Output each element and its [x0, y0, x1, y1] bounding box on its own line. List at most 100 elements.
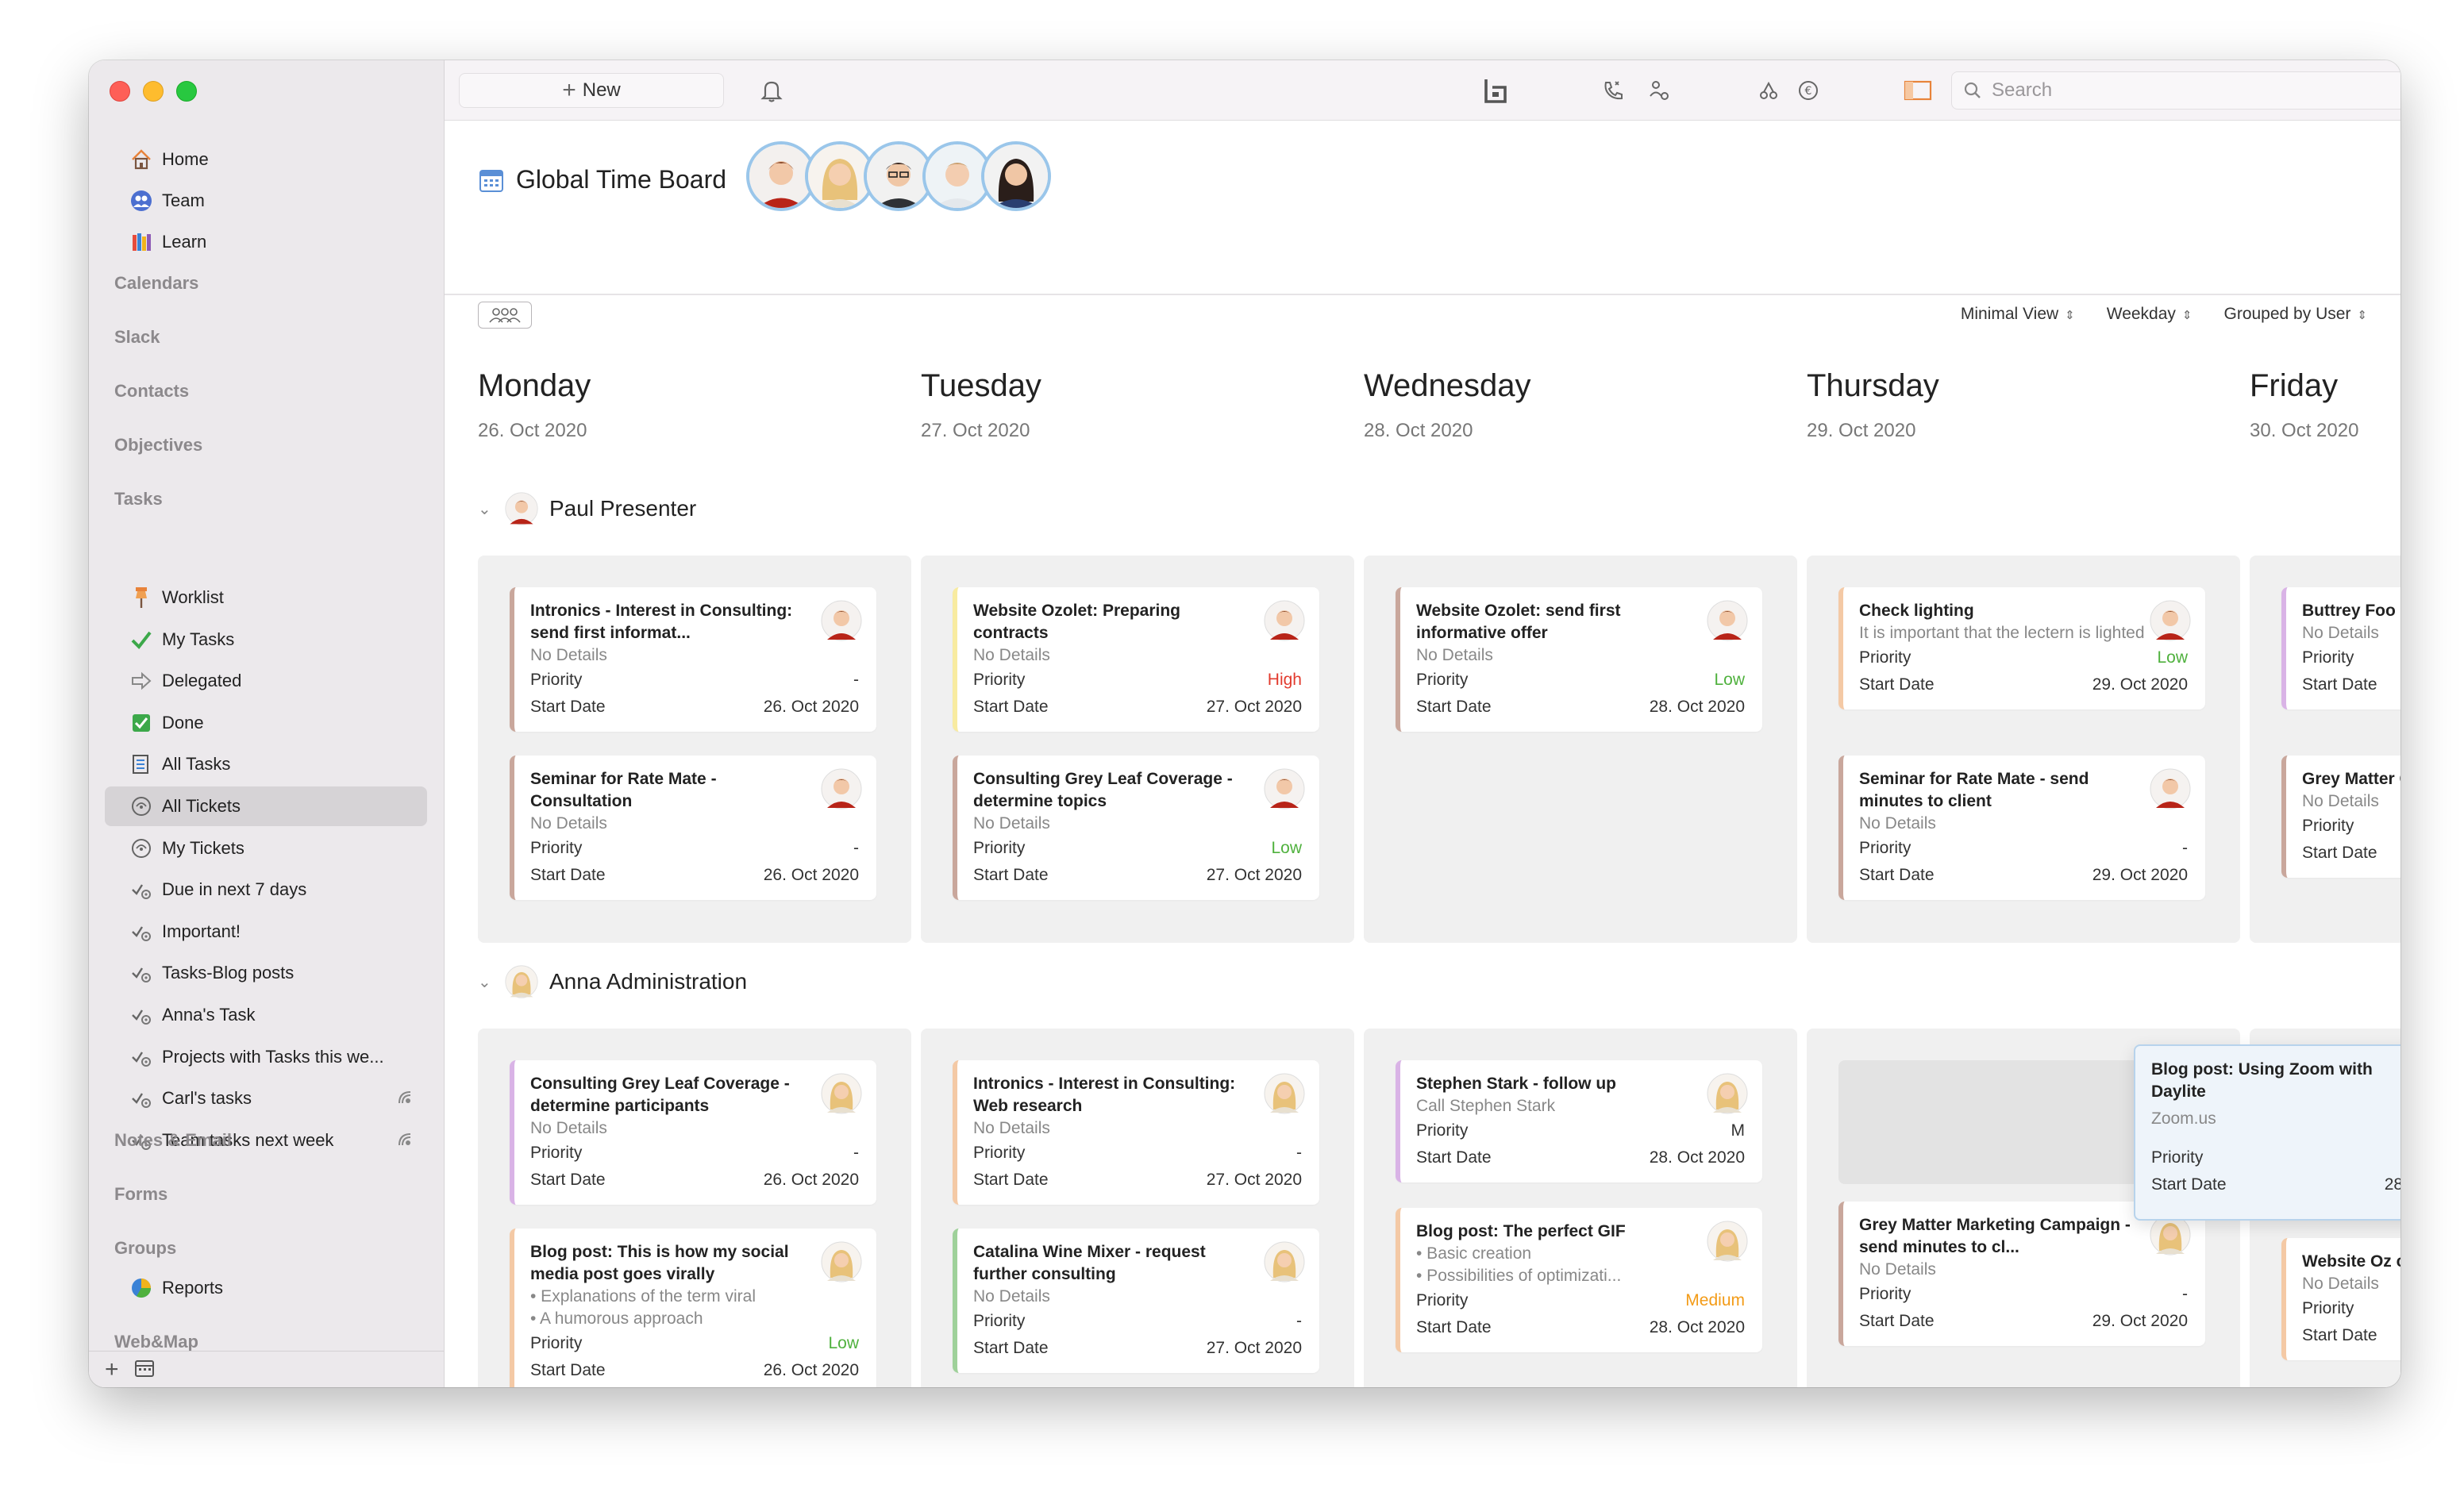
card-detail: No Details — [973, 1287, 1050, 1306]
ticket-card[interactable]: Blog post: This is how my social media p… — [510, 1229, 876, 1387]
start-date-value: 29. Oct 2020 — [2092, 866, 2188, 884]
section-calendars[interactable]: Calendars — [114, 273, 198, 294]
grouping-select[interactable]: Grouped by User ⇕ — [2224, 305, 2368, 324]
sidebar-item-projects-with-tasks-this-we[interactable]: Projects with Tasks this we... — [105, 1037, 427, 1077]
user-group-header[interactable]: ⌄ Anna Administration — [478, 965, 747, 998]
priority-row: Priority Medium — [1416, 1287, 1745, 1314]
dragged-ticket-card[interactable]: Blog post: Using Zoom with Daylite Zoom.… — [2134, 1044, 2400, 1221]
section-contacts[interactable]: Contacts — [114, 381, 189, 402]
chevron-down-icon[interactable]: ⌄ — [478, 972, 491, 992]
euro-icon[interactable]: € — [1792, 75, 1824, 106]
start-date-row: Start Date — [2302, 675, 2377, 694]
list-icon — [129, 752, 154, 777]
sidebar-item-due-in-next-7-days[interactable]: Due in next 7 days — [105, 870, 427, 909]
ticket-card[interactable]: Buttrey Foo inquiry: Det No Details Priori… — [2281, 587, 2400, 709]
ticket-card[interactable]: Intronics - Interest in Consulting: send… — [510, 587, 876, 732]
card-title: Website Ozolet: Preparing contracts — [973, 602, 1180, 642]
ticket-card[interactable]: Catalina Wine Mixer - request further co… — [953, 1229, 1319, 1373]
plus-icon[interactable]: + — [105, 1356, 119, 1383]
smart-filter-icon — [129, 877, 154, 902]
ticket-card[interactable]: Consulting Grey Leaf Coverage - determin… — [510, 1060, 876, 1205]
checkmark-icon — [129, 627, 154, 652]
ticket-card[interactable]: Check lighting It is important that the l… — [1838, 587, 2205, 709]
sidebar-item-done[interactable]: Done — [105, 703, 427, 743]
daylite-logo-icon[interactable] — [1480, 75, 1511, 106]
close-window-button[interactable] — [110, 81, 130, 102]
calendar-small-icon[interactable] — [134, 1356, 154, 1383]
section-groups[interactable]: Groups — [114, 1238, 176, 1259]
phone-icon[interactable] — [1597, 75, 1629, 106]
section-forms[interactable]: Forms — [114, 1184, 167, 1205]
time-scale-select[interactable]: Weekday ⇕ — [2107, 305, 2193, 324]
ticket-card[interactable]: Seminar for Rate Mate - send minutes to … — [1838, 756, 2205, 900]
sidebar-item-label: Carl's tasks — [162, 1088, 252, 1109]
sidebar-footer: + — [89, 1351, 444, 1387]
view-mode-select[interactable]: Minimal View ⇕ — [1961, 305, 2075, 324]
ticket-card[interactable]: Website Ozolet: Preparing contracts No De… — [953, 587, 1319, 732]
people-filter-button[interactable] — [478, 302, 532, 329]
chevron-down-icon[interactable]: ⌄ — [478, 499, 491, 519]
ticket-card[interactable]: Seminar for Rate Mate - Consultation No D… — [510, 756, 876, 900]
card-title: Intronics - Interest in Consulting: Web … — [973, 1075, 1236, 1115]
sidebar-item-learn[interactable]: Learn — [105, 222, 427, 262]
pipeline-icon[interactable] — [1753, 75, 1784, 106]
minimize-window-button[interactable] — [143, 81, 164, 102]
section-slack[interactable]: Slack — [114, 327, 160, 348]
sidebar-item-worklist[interactable]: Worklist — [105, 578, 427, 617]
sidebar-item-reports[interactable]: Reports — [105, 1268, 427, 1308]
sidebar-item-label: My Tasks — [162, 629, 235, 649]
section-tasks[interactable]: Tasks — [114, 489, 163, 510]
sidebar-item-my-tasks[interactable]: My Tasks — [105, 620, 427, 659]
ticket-card[interactable]: Consulting Grey Leaf Coverage - determin… — [953, 756, 1319, 900]
start-date-value: 28. Oct 2020 — [1649, 1148, 1745, 1167]
card-detail: It is important that the lectern is ligh… — [1859, 624, 2145, 642]
sidebar-item-team[interactable]: Team — [105, 181, 427, 221]
zoom-window-button[interactable] — [176, 81, 197, 102]
priority-row: Priority — [2302, 1299, 2354, 1317]
ticket-card[interactable]: Intronics - Interest in Consulting: Web … — [953, 1060, 1319, 1205]
day-name: Thursday — [1807, 368, 1939, 403]
avatar[interactable] — [981, 141, 1051, 211]
section-objectives[interactable]: Objectives — [114, 435, 202, 456]
card-detail: • Basic creation — [1416, 1244, 1532, 1263]
ticket-card[interactable]: Stephen Stark - follow up Call Stephen St… — [1396, 1060, 1762, 1182]
start-date-row: Start Date 27. Oct 2020 — [973, 1167, 1302, 1194]
search-input[interactable]: Search — [1951, 71, 2400, 110]
sidebar-item-all-tickets[interactable]: All Tickets — [105, 786, 427, 826]
sidebar-item-label: Due in next 7 days — [162, 879, 307, 900]
person-link-icon[interactable] — [1643, 75, 1675, 106]
card-title: Consulting Grey Leaf Coverage - determin… — [530, 1075, 790, 1115]
sidebar-item-important[interactable]: Important! — [105, 912, 427, 952]
start-date-row: Start Date 29. Oct 2020 — [1859, 1308, 2188, 1335]
sidebar-item-tasks-blog-posts[interactable]: Tasks-Blog posts — [105, 953, 427, 993]
sidebar-item-anna-s-task[interactable]: Anna's Task — [105, 995, 427, 1035]
sidebar-item-carl-s-tasks[interactable]: Carl's tasks — [105, 1079, 427, 1118]
sidebar-item-delegated[interactable]: Delegated — [105, 661, 427, 701]
section-notes-email[interactable]: Notes & Email — [114, 1130, 232, 1151]
start-date-row: Start Date 29. Oct 2020 — [1859, 862, 2188, 889]
ticket-card[interactable]: Website Ozolet: send first informative o… — [1396, 587, 1762, 732]
ticket-card[interactable]: Grey Matter Marketing Campaign - send mi… — [1838, 1202, 2205, 1346]
card-detail: • Possibilities of optimizati... — [1416, 1267, 1622, 1285]
board-header: Global Time Board — [478, 165, 726, 194]
start-date-row: Start Date — [2302, 1326, 2377, 1344]
sidebar-toggle-icon[interactable] — [1902, 75, 1934, 106]
sidebar-item-my-tickets[interactable]: My Tickets — [105, 829, 427, 868]
sidebar-item-all-tasks[interactable]: All Tasks — [105, 744, 427, 784]
ticket-card[interactable]: Grey Matter Campaign - No Details Priority… — [2281, 756, 2400, 878]
ticket-card[interactable]: Blog post: The perfect GIF • Basic creati… — [1396, 1208, 1762, 1352]
card-detail: No Details — [2302, 792, 2379, 810]
avatar — [2150, 768, 2191, 809]
bell-icon[interactable] — [756, 75, 787, 106]
user-group-header[interactable]: ⌄ Paul Presenter — [478, 492, 696, 525]
card-detail: No Details — [973, 814, 1050, 833]
card-title: Seminar for Rate Mate - Consultation — [530, 770, 717, 810]
sidebar: Home Team Learn Calendars Slack Contacts… — [89, 60, 445, 1387]
day-header-monday: Monday 26. Oct 2020 — [478, 368, 591, 442]
sidebar-item-home[interactable]: Home — [105, 140, 427, 179]
avatar — [1264, 600, 1305, 641]
ticket-card[interactable]: Website Oz customer pr No Details Priority… — [2281, 1238, 2400, 1360]
avatar — [821, 768, 862, 809]
new-button[interactable]: + New — [459, 73, 724, 108]
section-web-map[interactable]: Web&Map — [114, 1332, 198, 1352]
